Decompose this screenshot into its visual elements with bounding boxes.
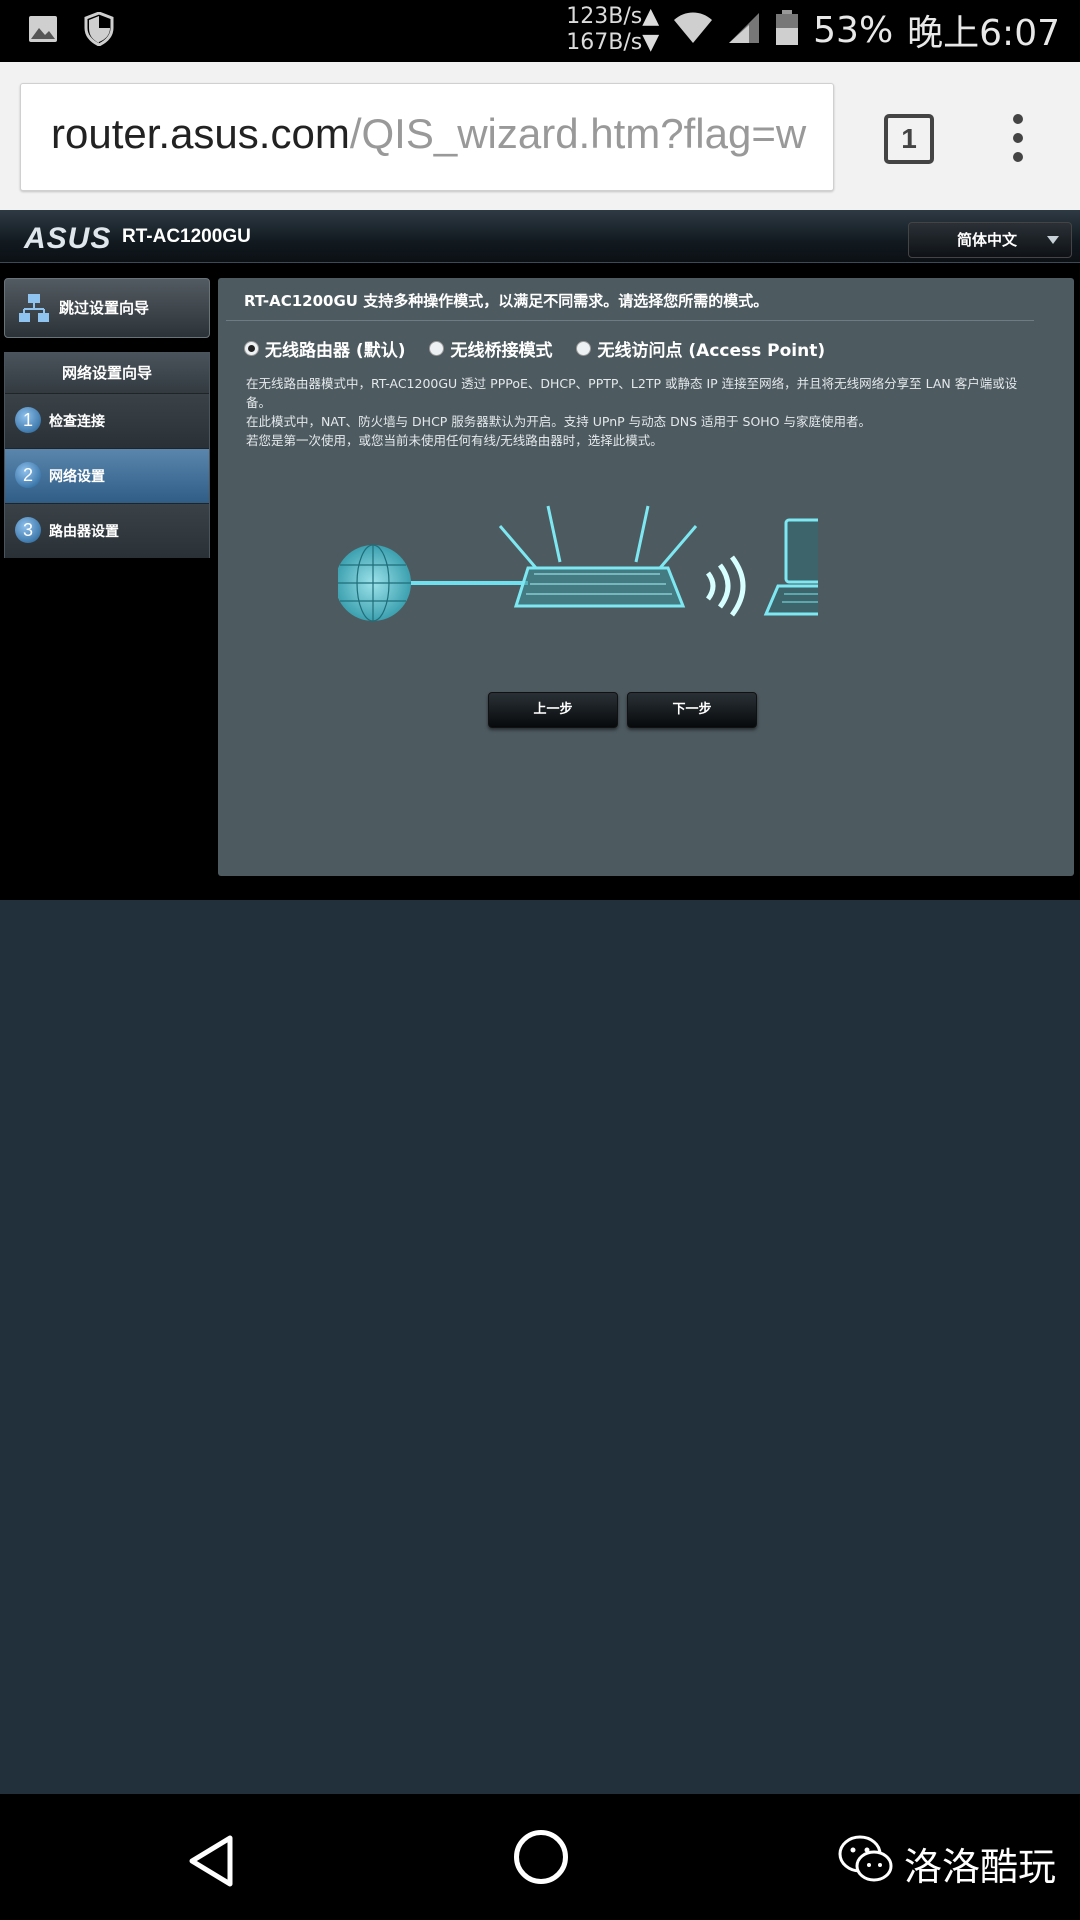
description-line: 若您是第一次使用，或您当前未使用任何有线/无线路由器时，选择此模式。	[246, 433, 663, 448]
mode-wireless-router[interactable]: 无线路由器 (默认)	[244, 336, 405, 361]
watermark-text: 洛洛酷玩	[904, 1845, 1057, 1889]
mode-label: 无线路由器 (默认)	[265, 341, 406, 361]
back-icon[interactable]	[186, 1834, 236, 1892]
mode-repeater[interactable]: 无线桥接模式	[429, 336, 552, 361]
radio-selected[interactable]	[244, 341, 259, 356]
wizard-steps: 网络设置向导 1 检查连接 2 网络设置 3 路由器设置	[4, 352, 210, 558]
step-label: 网络设置	[49, 469, 105, 485]
globe-icon	[335, 544, 411, 622]
browser-toolbar: router.asus.com/QIS_wizard.htm?flag=w 1	[0, 62, 1080, 210]
radio-unselected[interactable]	[429, 341, 445, 356]
next-button[interactable]: 下一步	[627, 692, 757, 728]
address-bar[interactable]: router.asus.com/QIS_wizard.htm?flag=w	[20, 83, 834, 191]
radio-unselected[interactable]	[576, 341, 592, 356]
model-name: RT-AC1200GU	[122, 226, 251, 247]
step-number: 2	[15, 462, 41, 488]
mode-access-point[interactable]: 无线访问点 (Access Point)	[576, 336, 825, 361]
step-number: 3	[15, 517, 41, 543]
android-nav-bar: 洛洛酷玩	[0, 1794, 1080, 1920]
asus-logo: ASUS	[24, 222, 112, 255]
clock: 晚上6:07	[907, 13, 1060, 54]
url-text[interactable]: router.asus.com/QIS_wizard.htm?flag=w	[51, 110, 806, 158]
skip-wizard-label: 跳过设置向导	[59, 299, 150, 317]
wifi-icon	[673, 11, 713, 49]
wechat-icon	[838, 1834, 894, 1893]
dropdown-arrow-icon	[1047, 236, 1059, 244]
wizard-title: 网络设置向导	[5, 353, 209, 393]
wifi-waves-icon	[705, 555, 746, 617]
watermark: 洛洛酷玩	[838, 1834, 1056, 1893]
step-check-connection[interactable]: 1 检查连接	[5, 393, 209, 448]
tab-switcher-button[interactable]: 1	[884, 114, 934, 164]
router-page: ASUS RT-AC1200GU 简体中文 跳过设置向导 网络设置向导 1 检查…	[0, 210, 1080, 900]
overflow-menu-icon[interactable]	[1006, 114, 1030, 162]
step-router-settings[interactable]: 3 路由器设置	[5, 503, 209, 558]
panel-title: RT-AC1200GU 支持多种操作模式，以满足不同需求。请选择您所需的模式。	[244, 292, 769, 310]
gallery-notification-icon	[28, 15, 58, 47]
description-line: 在此模式中，NAT、防火墙与 DHCP 服务器默认为开启。支持 UPnP 与动态…	[246, 414, 871, 429]
mode-radio-group: 无线路由器 (默认) 无线桥接模式 无线访问点 (Access Point)	[244, 336, 825, 361]
description-line: 在无线路由器模式中，RT-AC1200GU 透过 PPPoE、DHCP、PPTP…	[246, 376, 1018, 410]
network-speed: 123B/s▲ 167B/s▼	[566, 4, 660, 55]
router-icon	[498, 505, 698, 608]
router-header: ASUS RT-AC1200GU 简体中文	[0, 210, 1080, 263]
shield-icon	[84, 11, 114, 50]
previous-button[interactable]: 上一步	[488, 692, 618, 728]
divider	[226, 320, 1034, 321]
mode-label: 无线访问点 (Access Point)	[597, 341, 826, 361]
cell-signal-icon	[727, 11, 761, 49]
router-mode-illustration	[335, 498, 889, 642]
home-icon[interactable]	[514, 1830, 568, 1884]
status-bar: 123B/s▲ 167B/s▼ 53% 晚上6:07	[0, 0, 1080, 62]
mode-panel: RT-AC1200GU 支持多种操作模式，以满足不同需求。请选择您所需的模式。 …	[218, 278, 1074, 876]
mode-label: 无线桥接模式	[450, 341, 553, 361]
network-topology-icon	[17, 291, 51, 329]
mode-description: 在无线路由器模式中，RT-AC1200GU 透过 PPPoE、DHCP、PPTP…	[246, 374, 1036, 450]
step-number: 1	[15, 407, 41, 433]
battery-icon	[775, 10, 799, 50]
step-network-settings[interactable]: 2 网络设置	[5, 448, 209, 503]
skip-wizard-button[interactable]: 跳过设置向导	[4, 278, 210, 338]
step-label: 检查连接	[49, 414, 105, 430]
laptop-icon	[763, 518, 889, 616]
battery-percent: 53%	[813, 9, 894, 51]
language-select[interactable]: 简体中文	[908, 222, 1072, 258]
step-label: 路由器设置	[49, 524, 119, 540]
